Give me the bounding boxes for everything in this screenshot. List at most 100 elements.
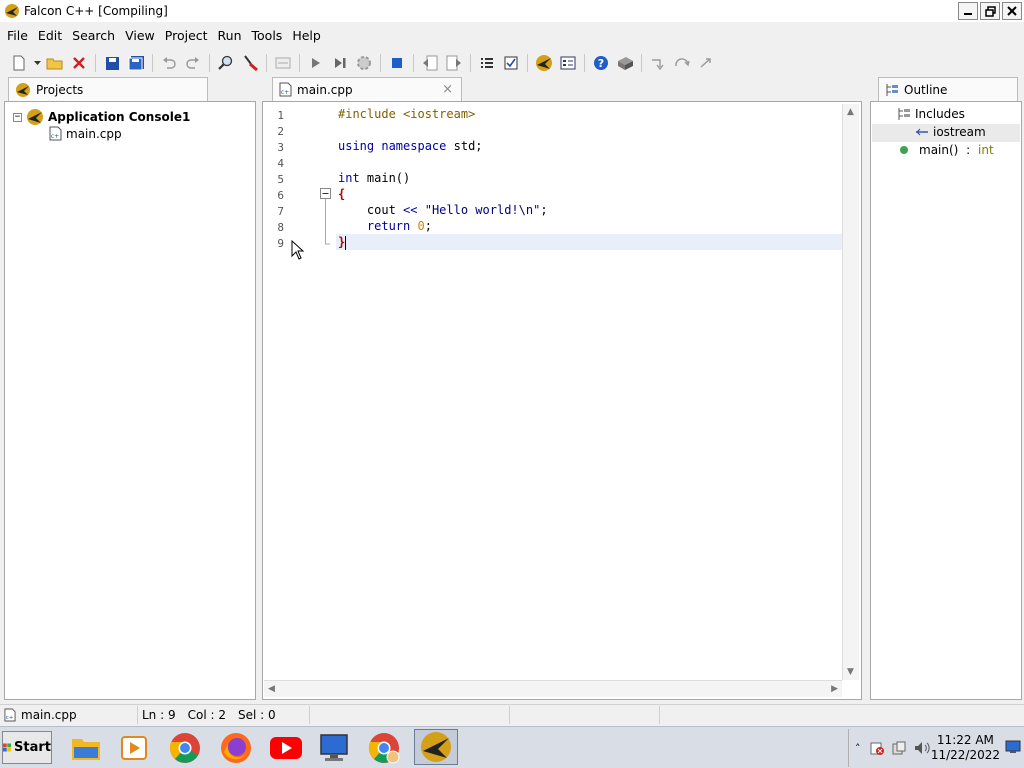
show-desktop-icon[interactable]	[1005, 740, 1021, 754]
file-node-main-cpp[interactable]: c+ main.cpp	[49, 126, 122, 141]
editor-panel	[262, 101, 862, 700]
stop-button[interactable]	[386, 52, 408, 74]
tray-expand-icon[interactable]: ˄	[855, 742, 861, 755]
step-over-button[interactable]	[671, 52, 693, 74]
taskbar-firefox[interactable]	[218, 731, 254, 765]
list-button[interactable]	[476, 52, 498, 74]
horizontal-scrollbar[interactable]: ◀ ▶	[264, 680, 842, 697]
new-file-dropdown[interactable]	[32, 52, 42, 74]
toggle-comment-button[interactable]	[272, 52, 294, 74]
undo-button[interactable]	[158, 52, 180, 74]
tab-main-cpp[interactable]: c+ main.cpp ×	[272, 77, 462, 101]
run-icon	[312, 58, 320, 68]
falcon-button[interactable]	[533, 52, 555, 74]
taskbar-chrome[interactable]	[167, 731, 203, 765]
menu-view[interactable]: View	[120, 28, 160, 43]
taskbar-chrome-user[interactable]	[366, 731, 402, 765]
menu-project[interactable]: Project	[160, 28, 213, 43]
close-file-button[interactable]	[68, 52, 90, 74]
start-button[interactable]: Start	[2, 731, 52, 764]
line-number: 7	[277, 205, 284, 218]
line-number: 9	[277, 237, 284, 250]
code-token: ;	[424, 219, 432, 233]
taskbar-youtube[interactable]	[268, 731, 304, 765]
system-tray: ˄ 11:22 AM 11/22/2022	[848, 729, 1024, 767]
network-icon[interactable]	[891, 740, 907, 756]
new-file-icon	[13, 55, 25, 71]
tab-main-cpp-label: main.cpp	[297, 82, 353, 97]
menu-help[interactable]: Help	[287, 28, 326, 43]
code-token: "Hello world!\n"	[424, 203, 541, 217]
save-button[interactable]	[101, 52, 123, 74]
back-button[interactable]	[419, 52, 441, 74]
run-to-end-button[interactable]	[329, 52, 351, 74]
outline-include-item[interactable]: iostream	[915, 125, 986, 139]
minimize-button[interactable]	[958, 2, 978, 20]
chrome-icon	[169, 733, 200, 763]
help-button[interactable]: ?	[590, 52, 612, 74]
toolbar-separator	[299, 54, 300, 72]
falcon-icon	[536, 55, 552, 71]
toggle-comment-icon	[275, 57, 291, 69]
function-separator: :	[962, 143, 975, 157]
find-icon	[218, 55, 233, 70]
find-button[interactable]	[215, 52, 237, 74]
falcon-project-icon	[27, 109, 43, 125]
scroll-down-icon[interactable]: ▼	[847, 667, 854, 677]
vertical-scrollbar[interactable]: ▲ ▼	[842, 104, 859, 680]
scroll-up-icon[interactable]: ▲	[847, 107, 854, 117]
tab-projects[interactable]: Projects	[8, 77, 208, 101]
undo-icon	[163, 57, 176, 69]
checklist-button[interactable]	[500, 52, 522, 74]
properties-button[interactable]	[557, 52, 579, 74]
volume-icon[interactable]	[913, 740, 931, 756]
menu-tools[interactable]: Tools	[247, 28, 288, 43]
run-button[interactable]	[305, 52, 327, 74]
step-out-icon	[700, 58, 711, 68]
package-button[interactable]	[614, 52, 636, 74]
tab-outline[interactable]: Outline	[878, 77, 1018, 101]
scroll-right-icon[interactable]: ▶	[831, 684, 838, 694]
collapse-toggle[interactable]: −	[13, 112, 22, 122]
taskbar-falcon-cpp[interactable]	[414, 729, 458, 765]
fold-toggle-icon[interactable]	[320, 188, 331, 254]
firefox-icon	[221, 733, 251, 763]
step-out-button[interactable]	[695, 52, 717, 74]
menu-search[interactable]: Search	[67, 28, 120, 43]
action-center-icon[interactable]	[869, 740, 885, 756]
clock-time: 11:22 AM	[936, 733, 994, 747]
menu-run[interactable]: Run	[213, 28, 247, 43]
code-line-1: #include <iostream>	[338, 106, 475, 122]
include-item-icon	[916, 128, 928, 136]
close-window-button[interactable]	[1002, 2, 1022, 20]
close-tab-button[interactable]: ×	[442, 82, 453, 97]
clock[interactable]: 11:22 AM 11/22/2022	[931, 733, 1000, 763]
line-number: 1	[277, 109, 284, 122]
save-all-button[interactable]	[125, 52, 147, 74]
cpp-file-icon: c+	[4, 708, 16, 721]
line-number: 4	[277, 157, 284, 170]
redo-icon	[186, 57, 199, 69]
outline-includes-node[interactable]: Includes	[897, 107, 965, 121]
toolbar-separator	[95, 54, 96, 72]
scroll-left-icon[interactable]: ◀	[268, 684, 275, 694]
taskbar-media-player[interactable]	[116, 731, 152, 765]
open-button[interactable]	[44, 52, 66, 74]
redo-button[interactable]	[182, 52, 204, 74]
build-button[interactable]	[353, 52, 375, 74]
taskbar: Start ˄ 11:22 AM 11/22/2022	[0, 726, 1024, 768]
taskbar-my-computer[interactable]	[316, 731, 352, 765]
replace-button[interactable]	[239, 52, 261, 74]
step-into-button[interactable]	[647, 52, 669, 74]
menu-edit[interactable]: Edit	[33, 28, 67, 43]
taskbar-file-explorer[interactable]	[68, 731, 104, 765]
forward-button[interactable]	[443, 52, 465, 74]
restore-button[interactable]	[980, 2, 1000, 20]
project-node[interactable]: − Application Console1	[13, 108, 190, 126]
menu-file[interactable]: File	[2, 28, 33, 43]
outline-function-node[interactable]: main() : int	[899, 143, 994, 157]
code-line-3: using namespace std;	[338, 138, 483, 154]
new-file-button[interactable]	[8, 52, 30, 74]
code-token: namespace	[381, 139, 447, 153]
